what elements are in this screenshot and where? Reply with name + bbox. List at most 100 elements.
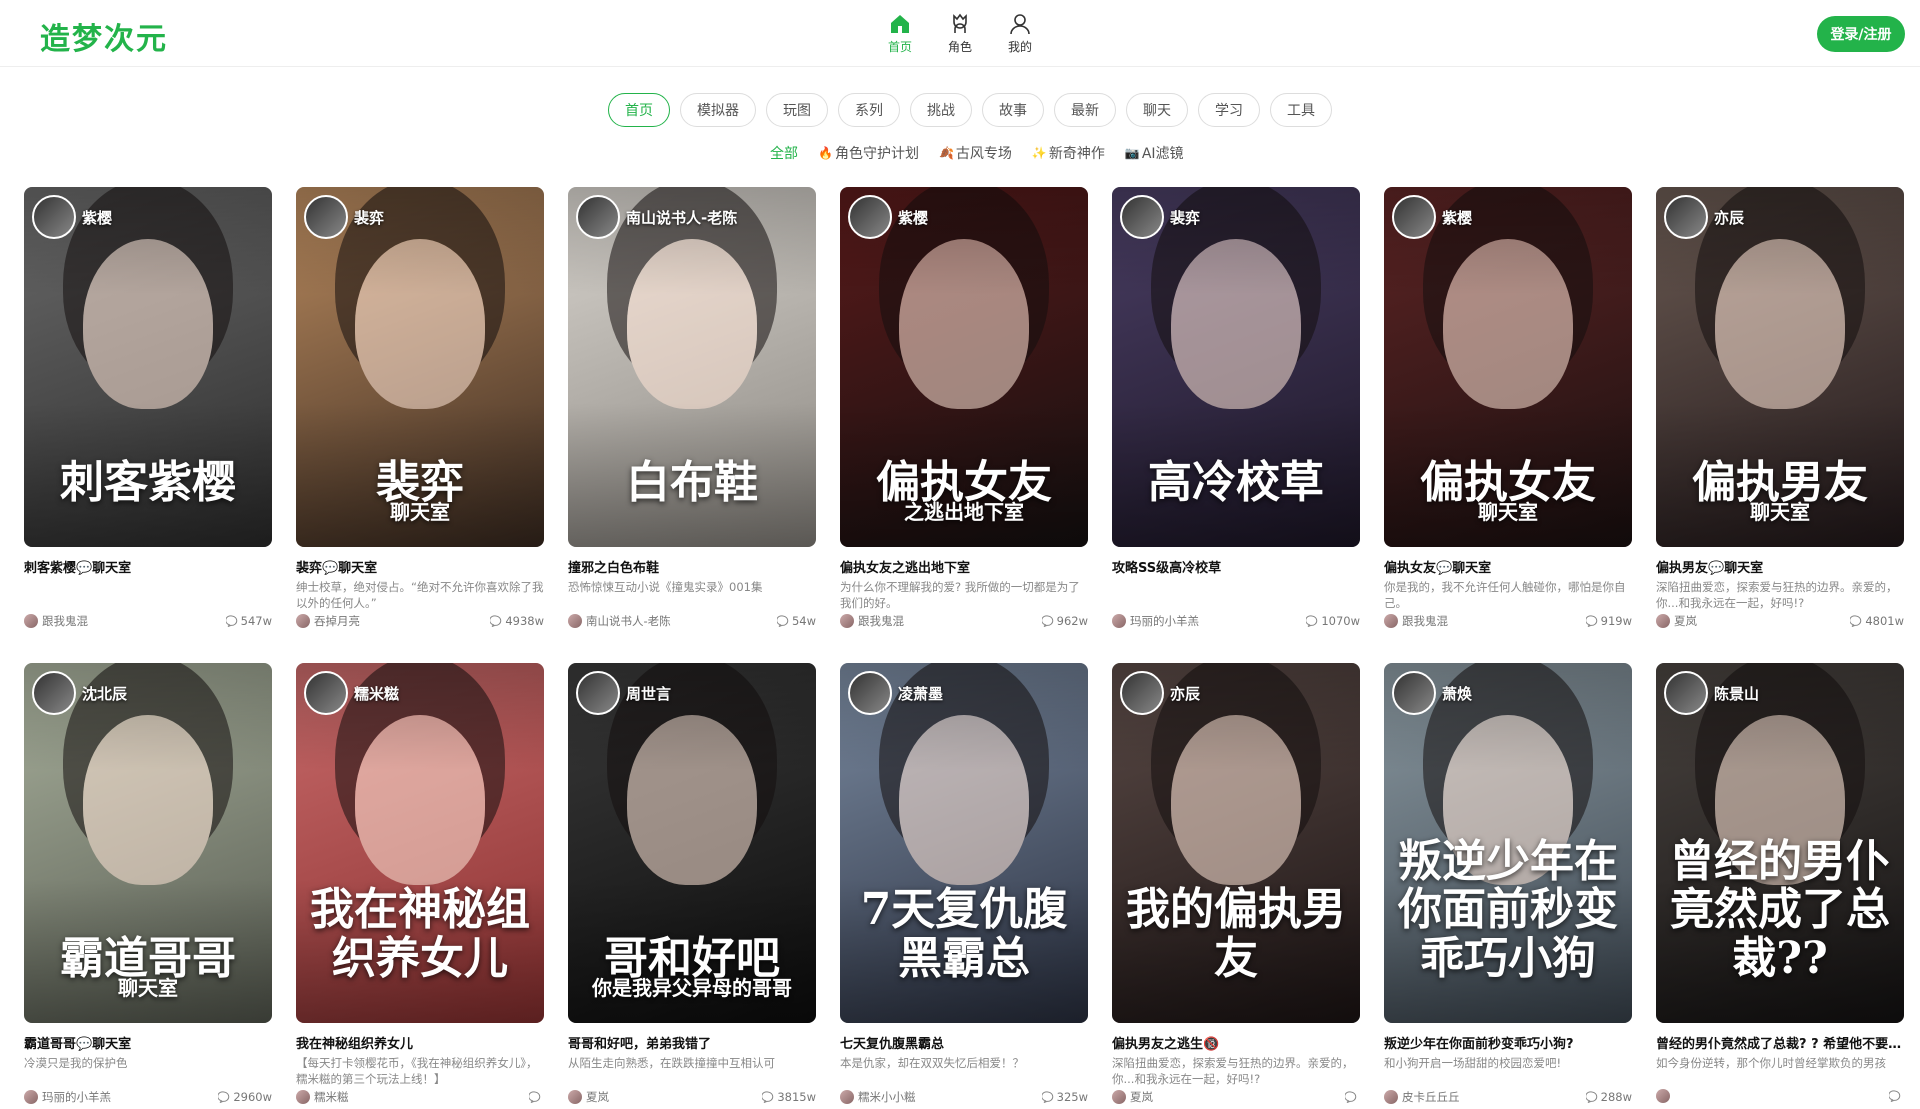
story-card[interactable]: 紫樱 偏执女友 之逃出地下室 偏执女友之逃出地下室 为什么你不理解我的爱? 我所… <box>840 187 1088 633</box>
story-card[interactable]: 亦辰 我的偏执男友 偏执男友之逃生🔞 深陷扭曲爱恋，探索爱与狂热的边界。亲爱的，… <box>1112 663 1360 1109</box>
story-card[interactable]: 裴弈 裴弈 聊天室 裴弈💬聊天室 绅士校草，绝对侵占。“绝对不允许你喜欢除了我以… <box>296 187 544 633</box>
card-title[interactable]: 偏执男友💬聊天室 <box>1656 557 1904 576</box>
card-cover-image[interactable]: 紫樱 偏执女友 聊天室 <box>1384 187 1632 547</box>
card-cover-image[interactable]: 糯米糍 我在神秘组织养女儿 <box>296 663 544 1023</box>
tab-study[interactable]: 学习 <box>1198 93 1260 127</box>
story-card[interactable]: 糯米糍 我在神秘组织养女儿 我在神秘组织养女儿 【每天打卡领樱花币，《我在神秘组… <box>296 663 544 1109</box>
card-title[interactable]: 我在神秘组织养女儿 <box>296 1033 544 1052</box>
card-user[interactable]: 夏岚 <box>1656 613 1697 629</box>
nav-mine[interactable]: 我的 <box>1000 12 1040 55</box>
card-cover-image[interactable]: 亦辰 偏执男友 聊天室 <box>1656 187 1904 547</box>
chat-bubble-icon <box>529 1091 541 1103</box>
subtab-guardian[interactable]: 🔥 角色守护计划 <box>818 143 919 163</box>
story-card[interactable]: 周世言 哥和好吧 你是我异父异母的哥哥 哥哥和好吧，弟弟我错了 从陌生走向熟悉，… <box>568 663 816 1109</box>
tab-play-image[interactable]: 玩图 <box>766 93 828 127</box>
site-logo[interactable]: 造梦次元 <box>40 14 168 58</box>
story-card[interactable]: 紫樱 刺客紫樱 刺客紫樱💬聊天室 跟我鬼混 547w <box>24 187 272 633</box>
nav-home[interactable]: 首页 <box>880 12 920 55</box>
card-cover-image[interactable]: 萧焕 叛逆少年在你面前秒变乖巧小狗 <box>1384 663 1632 1023</box>
card-cover-image[interactable]: 凌萧墨 7天复仇腹黑霸总 <box>840 663 1088 1023</box>
card-meta: 跟我鬼混 919w <box>1384 613 1632 629</box>
story-card[interactable]: 沈北辰 霸道哥哥 聊天室 霸道哥哥💬聊天室 冷漠只是我的保护色 玛丽的小羊羔 2… <box>24 663 272 1109</box>
card-title[interactable]: 偏执女友之逃出地下室 <box>840 557 1088 576</box>
cover-author-tag[interactable]: 周世言 <box>576 671 671 715</box>
cover-author-tag[interactable]: 凌萧墨 <box>848 671 943 715</box>
card-cover-image[interactable]: 南山说书人-老陈 白布鞋 <box>568 187 816 547</box>
story-card[interactable]: 南山说书人-老陈 白布鞋 撞邪之白色布鞋 恐怖惊悚互动小说《撞鬼实录》001集 … <box>568 187 816 633</box>
story-card[interactable]: 裴弈 高冷校草 攻略SS级高冷校草 玛丽的小羊羔 1070w <box>1112 187 1360 633</box>
card-cover-image[interactable]: 紫樱 偏执女友 之逃出地下室 <box>840 187 1088 547</box>
card-user[interactable]: 跟我鬼混 <box>24 613 88 629</box>
cover-subtitle-art: 聊天室 <box>1478 500 1538 524</box>
tab-challenge[interactable]: 挑战 <box>910 93 972 127</box>
cover-author-tag[interactable]: 南山说书人-老陈 <box>576 195 737 239</box>
story-card[interactable]: 亦辰 偏执男友 聊天室 偏执男友💬聊天室 深陷扭曲爱恋，探索爱与狂热的边界。亲爱… <box>1656 187 1904 633</box>
chat-bubble-icon <box>490 615 502 627</box>
card-user[interactable]: 糯米小小糍 <box>840 1089 916 1105</box>
subtab-novel[interactable]: ✨ 新奇神作 <box>1032 143 1105 163</box>
subtab-all[interactable]: 全部 <box>770 143 798 163</box>
chat-count: 4801w <box>1850 614 1904 628</box>
tab-series[interactable]: 系列 <box>838 93 900 127</box>
tab-simulator[interactable]: 模拟器 <box>680 93 756 127</box>
cover-author-tag[interactable]: 紫樱 <box>1392 195 1472 239</box>
card-title[interactable]: 裴弈💬聊天室 <box>296 557 544 576</box>
cover-author-tag[interactable]: 紫樱 <box>32 195 112 239</box>
cover-author-tag[interactable]: 亦辰 <box>1664 195 1744 239</box>
story-card[interactable]: 凌萧墨 7天复仇腹黑霸总 七天复仇腹黑霸总 本是仇家，却在双双失忆后相爱！？ 糯… <box>840 663 1088 1109</box>
card-cover-image[interactable]: 陈景山 曾经的男仆竟然成了总裁?? <box>1656 663 1904 1023</box>
card-user[interactable]: 南山说书人-老陈 <box>568 613 671 629</box>
tab-story[interactable]: 故事 <box>982 93 1044 127</box>
cover-author-tag[interactable]: 糯米糍 <box>304 671 399 715</box>
card-title[interactable]: 撞邪之白色布鞋 <box>568 557 816 576</box>
cover-author-tag[interactable]: 裴弈 <box>304 195 384 239</box>
card-cover-image[interactable]: 紫樱 刺客紫樱 <box>24 187 272 547</box>
chat-count-value: 919w <box>1600 614 1632 628</box>
tab-chat[interactable]: 聊天 <box>1126 93 1188 127</box>
card-cover-image[interactable]: 周世言 哥和好吧 你是我异父异母的哥哥 <box>568 663 816 1023</box>
card-title[interactable]: 偏执女友💬聊天室 <box>1384 557 1632 576</box>
subtab-ancient[interactable]: 🍂 古风专场 <box>939 143 1012 163</box>
card-user[interactable]: 跟我鬼混 <box>1384 613 1448 629</box>
cover-author-tag[interactable]: 沈北辰 <box>32 671 127 715</box>
cover-author-name: 紫樱 <box>898 208 929 227</box>
cover-author-tag[interactable]: 萧焕 <box>1392 671 1472 715</box>
cover-author-tag[interactable]: 亦辰 <box>1120 671 1200 715</box>
card-title[interactable]: 霸道哥哥💬聊天室 <box>24 1033 272 1052</box>
card-title[interactable]: 偏执男友之逃生🔞 <box>1112 1033 1360 1052</box>
login-button[interactable]: 登录/注册 <box>1817 16 1905 52</box>
card-meta: 糯米小小糍 325w <box>840 1089 1088 1105</box>
author-avatar <box>1392 195 1436 239</box>
tab-latest[interactable]: 最新 <box>1054 93 1116 127</box>
card-cover-image[interactable]: 裴弈 高冷校草 <box>1112 187 1360 547</box>
card-user[interactable]: 玛丽的小羊羔 <box>24 1089 111 1105</box>
card-user[interactable]: 糯米糍 <box>296 1089 349 1105</box>
card-user[interactable]: 夏岚 <box>1112 1089 1153 1105</box>
card-cover-image[interactable]: 裴弈 裴弈 聊天室 <box>296 187 544 547</box>
card-title[interactable]: 曾经的男仆竟然成了总裁? ? 希望他不要记恨我...... <box>1656 1033 1904 1052</box>
story-card[interactable]: 陈景山 曾经的男仆竟然成了总裁?? 曾经的男仆竟然成了总裁? ? 希望他不要记恨… <box>1656 663 1904 1109</box>
card-title[interactable]: 刺客紫樱💬聊天室 <box>24 557 272 576</box>
card-title[interactable]: 叛逆少年在你面前秒变乖巧小狗? <box>1384 1033 1632 1052</box>
tab-home[interactable]: 首页 <box>608 93 670 127</box>
subtab-ai-filter[interactable]: 📷 AI滤镜 <box>1125 143 1184 163</box>
cover-author-tag[interactable]: 陈景山 <box>1664 671 1759 715</box>
card-user[interactable] <box>1656 1089 1674 1103</box>
nav-character[interactable]: 角色 <box>940 12 980 55</box>
cover-author-tag[interactable]: 裴弈 <box>1120 195 1200 239</box>
card-meta: 夏岚 3815w <box>568 1089 816 1105</box>
card-cover-image[interactable]: 沈北辰 霸道哥哥 聊天室 <box>24 663 272 1023</box>
card-title[interactable]: 攻略SS级高冷校草 <box>1112 557 1360 576</box>
story-card[interactable]: 萧焕 叛逆少年在你面前秒变乖巧小狗 叛逆少年在你面前秒变乖巧小狗? 和小狗开启一… <box>1384 663 1632 1109</box>
tab-tools[interactable]: 工具 <box>1270 93 1332 127</box>
card-cover-image[interactable]: 亦辰 我的偏执男友 <box>1112 663 1360 1023</box>
card-user[interactable]: 跟我鬼混 <box>840 613 904 629</box>
card-title[interactable]: 七天复仇腹黑霸总 <box>840 1033 1088 1052</box>
cover-author-tag[interactable]: 紫樱 <box>848 195 928 239</box>
story-card[interactable]: 紫樱 偏执女友 聊天室 偏执女友💬聊天室 你是我的，我不允许任何人触碰你，哪怕是… <box>1384 187 1632 633</box>
card-user[interactable]: 夏岚 <box>568 1089 609 1105</box>
card-user[interactable]: 皮卡丘丘丘 <box>1384 1089 1460 1105</box>
card-user[interactable]: 吞掉月亮 <box>296 613 360 629</box>
card-title[interactable]: 哥哥和好吧，弟弟我错了 <box>568 1033 816 1052</box>
card-user[interactable]: 玛丽的小羊羔 <box>1112 613 1199 629</box>
